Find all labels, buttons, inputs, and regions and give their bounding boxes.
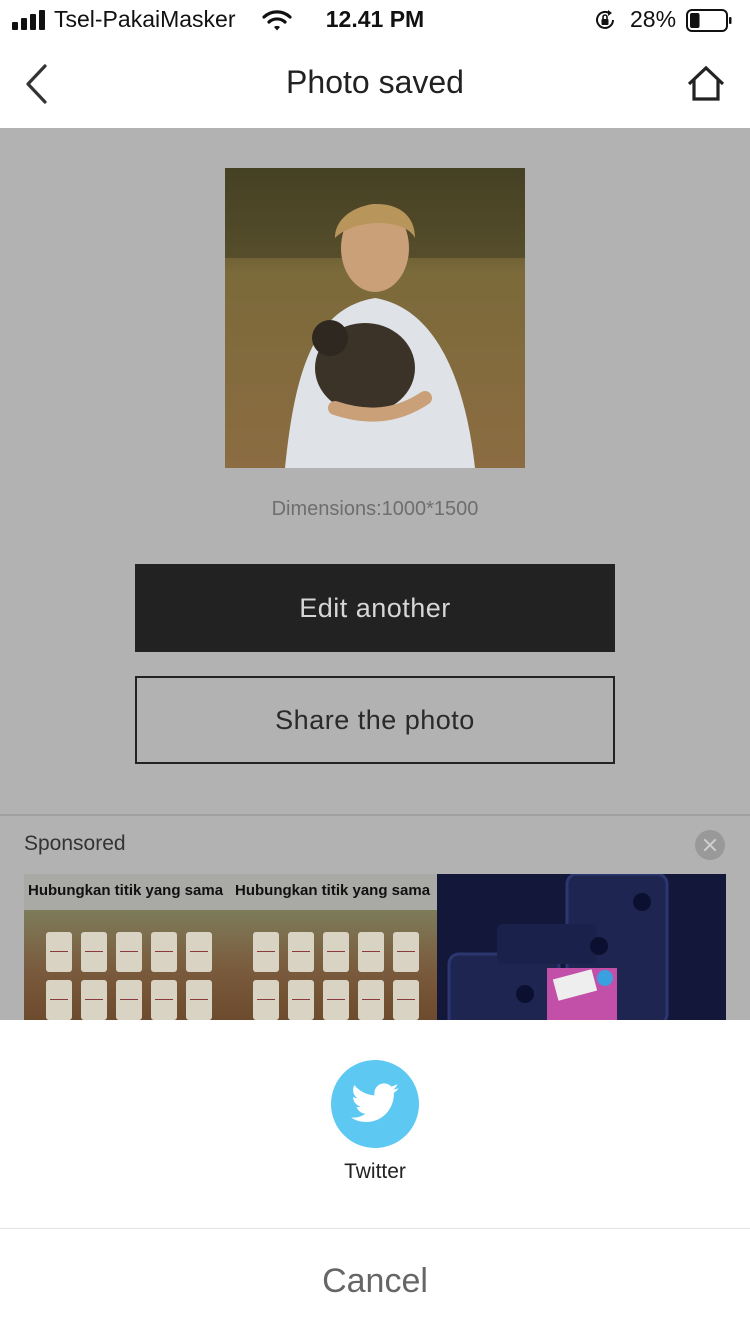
twitter-icon[interactable] <box>331 1060 419 1148</box>
sponsored-ad[interactable]: Sponsored Hubungkan titik yang sama Hubu… <box>0 814 750 1020</box>
share-option-label: Twitter <box>344 1160 406 1183</box>
share-option-twitter[interactable]: Twitter <box>325 1060 425 1184</box>
battery-icon <box>686 9 732 32</box>
navigation-bar: Photo saved <box>0 40 750 128</box>
saved-photo-thumbnail[interactable] <box>225 168 525 468</box>
battery-percent: 28% <box>630 6 677 32</box>
ad-caption: Hubungkan titik yang sama <box>28 882 224 899</box>
status-bar: Tsel-PakaiMasker 12.41 PM 28% <box>0 0 750 40</box>
home-icon[interactable] <box>684 62 728 106</box>
rotation-lock-icon <box>596 10 614 29</box>
sponsored-label: Sponsored <box>24 832 126 855</box>
dimensions-label: Dimensions:1000*1500 <box>271 498 479 520</box>
ad-image[interactable] <box>437 874 726 1020</box>
page-title: Photo saved <box>286 64 464 100</box>
close-icon[interactable] <box>695 830 725 860</box>
share-photo-button[interactable]: Share the photo <box>135 676 615 764</box>
edit-another-button[interactable]: Edit another <box>135 564 615 652</box>
ad-image[interactable]: Hubungkan titik yang sama <box>231 874 437 1020</box>
cancel-button[interactable]: Cancel <box>0 1229 750 1334</box>
page-content: Dimensions:1000*1500 Edit another Share … <box>0 128 750 1020</box>
share-sheet: Twitter Cancel <box>0 1020 750 1334</box>
ad-caption: Hubungkan titik yang sama <box>235 882 431 899</box>
ad-image[interactable]: Hubungkan titik yang sama <box>24 874 231 1020</box>
